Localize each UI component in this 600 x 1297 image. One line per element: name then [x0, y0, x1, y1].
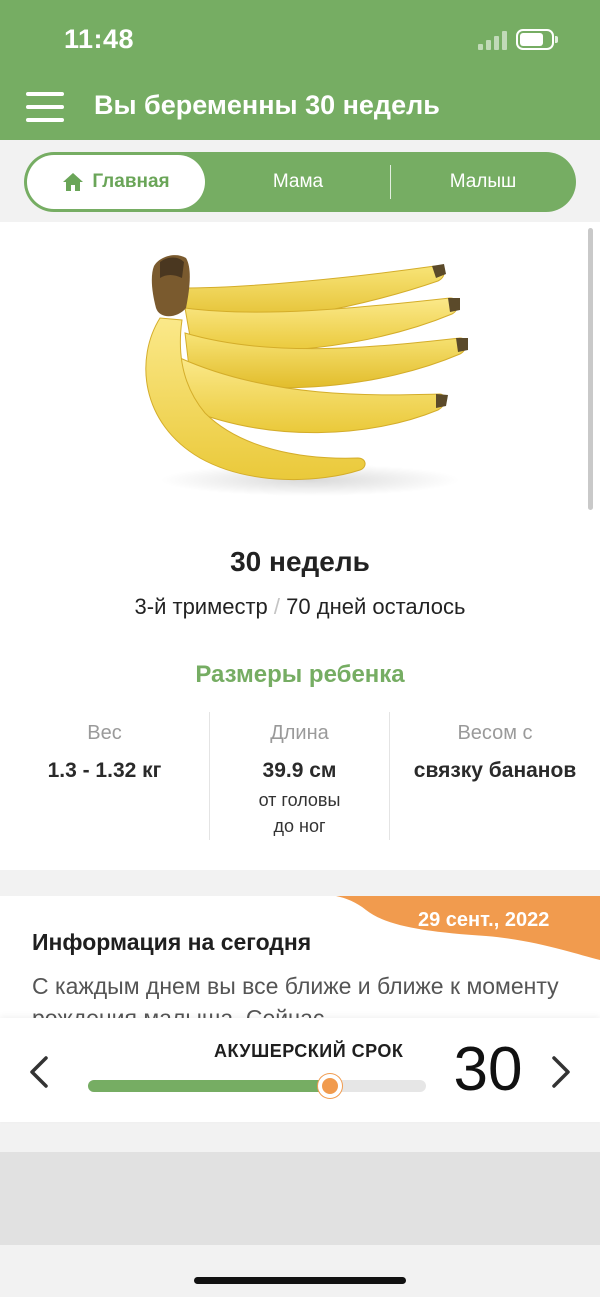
page-title: Вы беременны 30 недель	[94, 90, 440, 120]
tab-mom-label: Мама	[272, 171, 324, 192]
length-label: Длина	[270, 722, 329, 744]
trimester-label: 3-й триместр	[134, 594, 268, 619]
week-number: 30	[453, 1035, 523, 1104]
separator: /	[273, 594, 281, 619]
segmented-tabs: Главная Мама Малыш	[24, 152, 576, 212]
banner-placeholder	[0, 1152, 600, 1245]
today-date: 29 сент., 2022	[418, 909, 550, 931]
comparison-value: связку бананов	[413, 759, 577, 782]
chevron-left-icon[interactable]	[20, 1052, 60, 1092]
length-note-line1: от головы	[258, 790, 341, 810]
tab-home[interactable]: Главная	[27, 155, 205, 209]
hamburger-icon[interactable]	[26, 92, 64, 122]
term-label: АКУШЕРСКИЙ СРОК	[214, 1041, 404, 1061]
battery-icon	[516, 29, 558, 50]
length-value: 39.9 см	[262, 759, 337, 782]
days-left-label: 70 дней осталось	[286, 594, 466, 619]
tab-divider	[390, 165, 391, 199]
tab-baby[interactable]: Малыш	[404, 152, 562, 212]
status-time: 11:48	[64, 24, 135, 54]
length-column: Длина 39.9 см от головы до ног	[210, 712, 389, 840]
home-icon	[63, 173, 84, 191]
tab-baby-label: Малыш	[449, 171, 517, 192]
length-note-line2: до ног	[273, 816, 326, 836]
term-slider-fill	[88, 1080, 330, 1092]
scrollbar[interactable]	[588, 228, 593, 510]
comparison-column: Весом с связку бананов	[390, 712, 600, 840]
baby-sizes-title: Размеры ребенка	[195, 661, 405, 688]
term-slider-handle[interactable]	[317, 1074, 342, 1098]
term-slider[interactable]	[88, 1074, 426, 1098]
tab-mom[interactable]: Мама	[220, 152, 376, 212]
banana-image	[145, 255, 468, 496]
week-title: 30 недель	[230, 546, 370, 577]
comparison-label: Весом с	[457, 722, 533, 744]
app-header: 11:48 Вы беременны 30 недель	[0, 0, 600, 140]
tabs-area: Главная Мама Малыш	[0, 140, 600, 222]
weight-value: 1.3 - 1.32 кг	[47, 759, 162, 782]
chevron-right-icon[interactable]	[540, 1052, 580, 1092]
today-info-title: Информация на сегодня	[32, 929, 312, 955]
weight-column: Вес 1.3 - 1.32 кг	[0, 712, 209, 840]
week-subtitle: 3-й триместр / 70 дней осталось	[0, 594, 600, 620]
signal-icon	[478, 30, 510, 50]
length-note: от головы до ног	[210, 787, 389, 839]
home-indicator	[194, 1277, 406, 1284]
tab-home-label: Главная	[92, 171, 170, 192]
weight-label: Вес	[87, 722, 122, 744]
